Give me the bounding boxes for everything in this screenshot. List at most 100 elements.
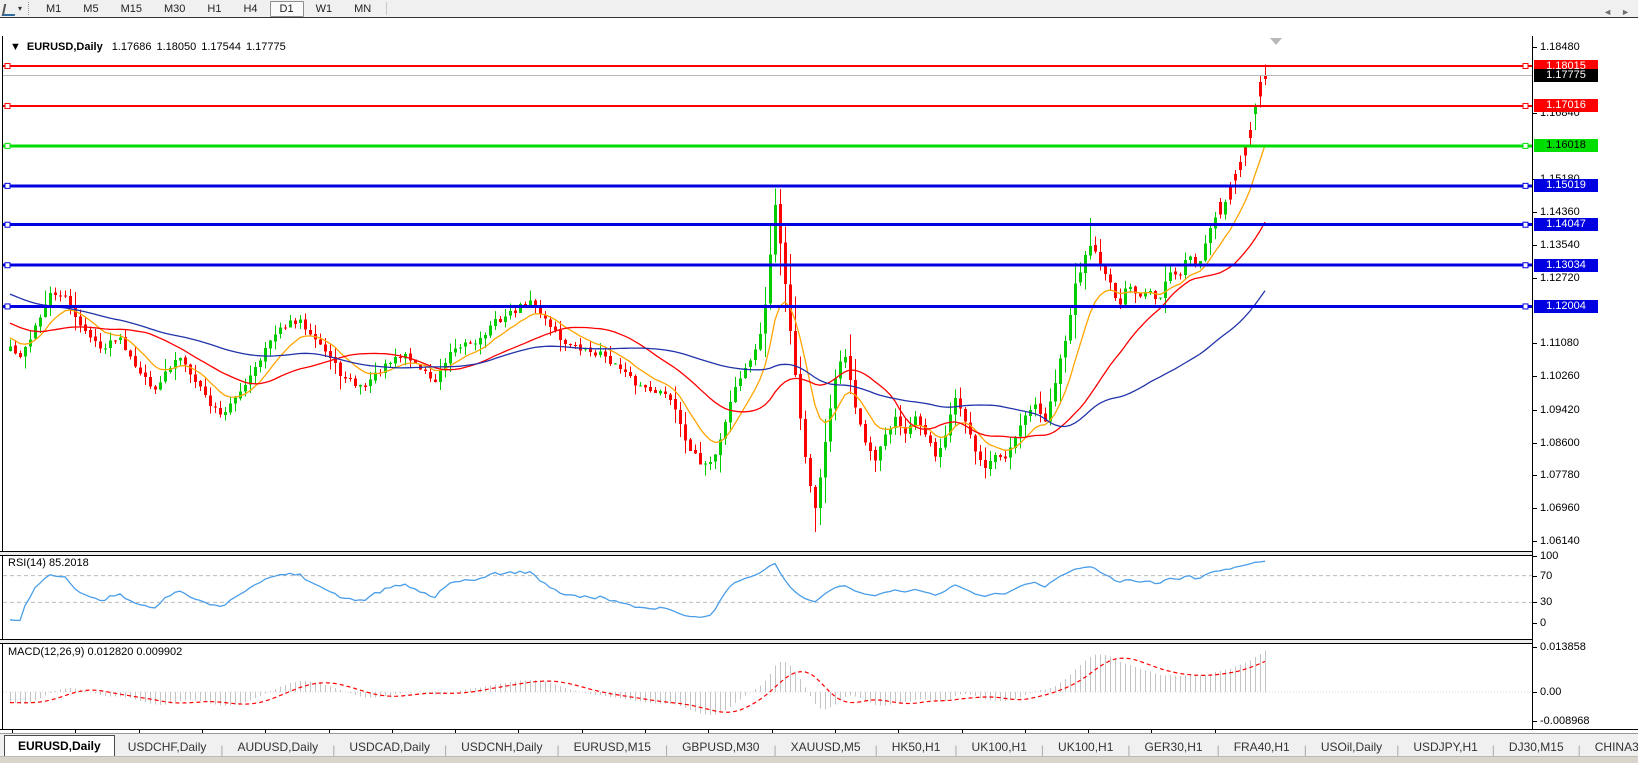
candle-body	[1169, 272, 1172, 281]
chart-tab-usdjpy-h1[interactable]: USDJPY,H1	[1400, 737, 1490, 757]
price-axis-tick	[1533, 376, 1537, 377]
chart-tab-xauusd-m5[interactable]: XAUUSD,M5	[778, 737, 874, 757]
chevron-down-icon[interactable]: ▾	[18, 4, 22, 13]
candle-body	[1139, 293, 1142, 296]
candle-body	[1004, 457, 1007, 459]
price-axis-tick	[1533, 245, 1537, 246]
pane-splitter[interactable]	[0, 639, 1638, 644]
medium-ma-line[interactable]	[10, 222, 1265, 438]
price-axis-line	[1532, 36, 1533, 729]
candle-body	[1234, 174, 1237, 181]
tab-scroll-right-icon[interactable]: ►	[1621, 7, 1630, 17]
price-axis-tick	[1533, 343, 1537, 344]
price-axis-tick	[1533, 47, 1537, 48]
line-handle[interactable]	[5, 304, 10, 309]
timeframe-button-w1[interactable]: W1	[306, 1, 343, 17]
chart-tab-audusd-daily[interactable]: AUDUSD,Daily	[225, 737, 332, 757]
timeframe-button-m5[interactable]: M5	[73, 1, 108, 17]
macd-axis-tick	[1533, 692, 1537, 693]
candle-body	[804, 419, 807, 457]
price-level-tag: 1.17775	[1534, 69, 1598, 82]
candle-body	[919, 416, 922, 425]
candle-body	[154, 387, 157, 390]
line-handle[interactable]	[5, 222, 10, 227]
chart-tab-china300-h4[interactable]: CHINA300,H4	[1582, 737, 1638, 757]
macd-pane[interactable]	[3, 643, 1532, 728]
rsi-pane[interactable]	[3, 555, 1532, 639]
chart-tab-usdcad-daily[interactable]: USDCAD,Daily	[336, 737, 443, 757]
candle-body	[999, 455, 1002, 457]
candle-body	[134, 356, 137, 367]
candle-body	[1179, 275, 1182, 276]
candle-body	[1089, 246, 1092, 256]
timeframe-button-d1[interactable]: D1	[270, 1, 304, 17]
candle-body	[849, 356, 852, 380]
line-handle[interactable]	[5, 183, 10, 188]
rsi-axis-tick-label: 100	[1540, 550, 1558, 562]
chart-tab-usdchf-daily[interactable]: USDCHF,Daily	[115, 737, 220, 757]
chart-tab-usdcnh-daily[interactable]: USDCNH,Daily	[448, 737, 555, 757]
candle-body	[209, 396, 212, 406]
price-axis[interactable]: 1.184801.168401.151801.143601.135401.127…	[1533, 36, 1638, 729]
candle-body	[714, 454, 717, 461]
toolbar-grip[interactable]	[28, 2, 29, 15]
line-handle[interactable]	[1523, 143, 1528, 148]
collapse-icon[interactable]: ▼	[10, 41, 21, 53]
chart-tab-uk100-h1[interactable]: UK100,H1	[1045, 737, 1126, 757]
timeframe-button-h1[interactable]: H1	[197, 1, 231, 17]
candle-body	[1254, 106, 1257, 114]
line-handle[interactable]	[1523, 103, 1528, 108]
candle-body	[254, 367, 257, 376]
candle-body	[1019, 425, 1022, 436]
chart-tab-eurusd-daily[interactable]: EURUSD,Daily	[4, 735, 115, 757]
chart-shift-marker[interactable]	[1270, 38, 1282, 45]
rsi-line[interactable]	[10, 561, 1265, 620]
chart-tab-gbpusd-m30[interactable]: GBPUSD,M30	[669, 737, 772, 757]
tab-scroll-left-icon[interactable]: ◄	[1603, 7, 1612, 17]
chart-tab-fra40-h1[interactable]: FRA40,H1	[1221, 737, 1303, 757]
price-chart-pane[interactable]	[3, 37, 1532, 551]
candle-body	[1129, 287, 1132, 289]
candle-body	[344, 377, 347, 379]
chart-tab-dj30-m15[interactable]: DJ30,M15	[1496, 737, 1577, 757]
macd-signal-line[interactable]	[10, 658, 1265, 712]
timeframe-button-m30[interactable]: M30	[154, 1, 195, 17]
line-handle[interactable]	[5, 64, 10, 69]
candle-body	[199, 381, 202, 387]
candle-body	[659, 391, 662, 393]
line-handle[interactable]	[1523, 304, 1528, 309]
timeframe-button-mn[interactable]: MN	[344, 1, 381, 17]
pane-splitter[interactable]	[0, 551, 1638, 556]
candle-body	[1249, 130, 1252, 138]
candle-body	[159, 382, 162, 389]
candle-body	[99, 342, 102, 349]
line-handle[interactable]	[5, 263, 10, 268]
line-handle[interactable]	[1523, 263, 1528, 268]
chart-tab-usoil-daily[interactable]: USOil,Daily	[1308, 737, 1395, 757]
candle-body	[689, 440, 692, 451]
chart-tab-ger30-h1[interactable]: GER30,H1	[1132, 737, 1216, 757]
timeframe-button-m15[interactable]: M15	[111, 1, 152, 17]
chart-window: ▼EURUSD,Daily1.176861.180501.175441.1777…	[0, 17, 1638, 763]
line-studies-tool-icon[interactable]	[2, 3, 16, 15]
chart-tab-uk100-h1[interactable]: UK100,H1	[959, 737, 1040, 757]
candle-body	[574, 345, 577, 346]
candle-body	[814, 487, 817, 508]
candle-body	[994, 455, 997, 462]
line-handle[interactable]	[1523, 64, 1528, 69]
candle-body	[764, 304, 767, 333]
candle-body	[749, 360, 752, 367]
candle-body	[164, 371, 167, 381]
candle-body	[64, 295, 67, 296]
chart-tab-eurusd-m15[interactable]: EURUSD,M15	[561, 737, 664, 757]
timeframe-button-h4[interactable]: H4	[233, 1, 267, 17]
price-axis-tick	[1533, 475, 1537, 476]
line-handle[interactable]	[1523, 183, 1528, 188]
line-handle[interactable]	[5, 103, 10, 108]
timeframe-button-m1[interactable]: M1	[36, 1, 71, 17]
candle-body	[114, 340, 117, 341]
line-handle[interactable]	[5, 143, 10, 148]
chart-tab-hk50-h1[interactable]: HK50,H1	[879, 737, 954, 757]
candle-body	[504, 316, 507, 321]
line-handle[interactable]	[1523, 222, 1528, 227]
